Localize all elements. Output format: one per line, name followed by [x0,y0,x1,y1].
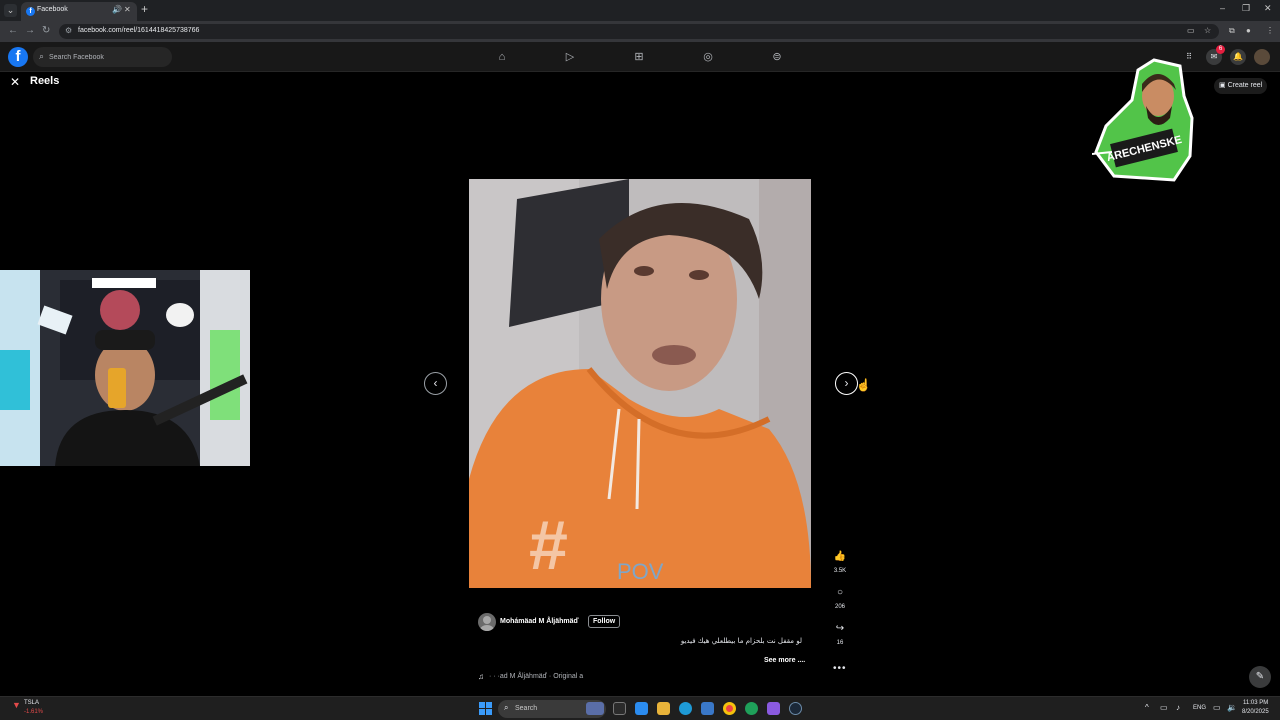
next-reel-button[interactable]: › [835,372,858,395]
task-view-icon[interactable] [613,702,626,715]
groups-icon[interactable]: ◎ [701,50,715,64]
new-tab-button[interactable]: + [141,2,148,16]
like-count: 3.5K [833,568,847,574]
video-icon[interactable]: ▷ [563,50,577,64]
browser-toolbar: ← → ↻ ⚙ facebook.com/reel/16144184257387… [0,21,1280,42]
follow-button[interactable]: Follow [588,615,621,628]
cast-icon[interactable]: ▭ [1187,26,1195,35]
minimize-icon[interactable]: – [1220,3,1225,13]
chrome-icon[interactable] [723,702,736,715]
reel-caption: لو مقفل نت بلحزام ما بيطلعلي هيك فيديو [680,637,802,645]
browser-tab-bar: ⌄ f Facebook 🔊 ✕ + – ❐ ✕ [0,0,1280,21]
clock-date[interactable]: 8/20/2025 [1242,709,1269,715]
create-reel-label: Create reel [1227,82,1263,89]
comment-count: 206 [834,604,845,610]
stock-name[interactable]: TSLA [24,700,39,706]
back-icon[interactable]: ← [8,25,18,36]
restore-icon[interactable]: ❐ [1242,3,1250,14]
browser-tab[interactable]: f Facebook 🔊 ✕ [21,2,137,21]
copilot-icon[interactable] [635,702,648,715]
search-highlight-icon[interactable] [586,702,604,715]
mouse-cursor-icon: ☝ [856,378,871,392]
gaming-icon[interactable]: ⊜ [770,50,784,64]
author-name[interactable]: Mohámäad M Åljähmäď [500,618,579,625]
extensions-icon[interactable]: ⧉ [1229,26,1235,36]
tab-close-icon[interactable]: ✕ [124,5,131,14]
steam-icon[interactable] [789,702,802,715]
display-icon[interactable]: ▭ [1213,703,1221,712]
language-indicator[interactable]: ENG [1193,705,1206,711]
streamer-sticker-image: ARECHENSKE [1092,58,1194,182]
webcam-overlay-image [0,270,250,466]
url-text: facebook.com/reel/1614418425738766 [78,27,200,34]
home-icon[interactable]: ⌂ [495,50,509,64]
share-icon: ↪ [835,623,845,634]
chevron-right-icon: › [844,376,849,390]
stock-trend-icon: ▼ [12,700,21,710]
window-close-icon[interactable]: ✕ [1264,3,1272,14]
previous-reel-button[interactable]: ‹ [424,372,447,395]
tab-title: Facebook [37,6,68,13]
new-message-button[interactable]: ✎ [1249,666,1271,688]
volume-icon[interactable]: 🔉 [1227,703,1237,712]
site-info-icon[interactable]: ⚙ [65,26,72,35]
facebook-search[interactable]: ⌕ [33,47,172,67]
comment-icon: ○ [836,587,844,598]
network-tray-icon[interactable]: ▭ [1160,703,1168,712]
original-audio-link[interactable]: · · ·ad M Åljähmäď · Original a [489,673,583,680]
stock-change: -1.61% [24,709,44,715]
chevron-up-icon[interactable]: ^ [1145,703,1149,712]
messenger-badge: 6 [1216,45,1225,54]
profile-avatar-icon[interactable]: ● [1246,26,1251,35]
hoodie-print: # [529,506,568,584]
author-avatar[interactable] [478,613,496,631]
see-more-link[interactable]: See more .... [764,657,805,664]
create-reel-button[interactable]: ▣ Create reel [1214,78,1268,94]
clock-time[interactable]: 11:03 PM [1243,700,1268,706]
start-button[interactable] [479,702,492,715]
comment-button[interactable]: ○ [831,584,849,602]
chevron-left-icon: ‹ [433,376,438,390]
tab-audio-icon[interactable]: 🔊 [112,5,122,14]
search-icon: ⌕ [39,51,45,61]
account-avatar[interactable] [1254,49,1270,65]
taskbar-search-label: Search [515,705,538,712]
browser-menu-icon[interactable]: ⋮ [1266,26,1274,35]
microphone-icon[interactable]: ♪ [1176,703,1180,712]
thumbs-up-icon: 👍 [833,551,847,562]
video-overlay-text: POV [617,559,664,584]
page-title: Reels [30,75,60,87]
windows-taskbar: ▼ TSLA -1.61% ⌕ Search ^ ▭ ♪ ENG ▭ 🔉 11:… [0,696,1280,720]
marketplace-icon[interactable]: ⊞ [632,50,646,64]
share-count: 16 [836,640,844,646]
address-bar[interactable]: ⚙ facebook.com/reel/1614418425738766 [59,24,1219,39]
more-options-icon[interactable]: ••• [833,663,847,674]
forward-icon[interactable]: → [25,25,35,36]
facebook-header: f ⌕ ⌂ ▷ ⊞ ◎ ⊜ ⠿ ✉ 🔔 [0,42,1280,72]
tab-list-button[interactable]: ⌄ [4,4,17,17]
search-input[interactable] [49,47,167,67]
edge-icon[interactable] [679,702,692,715]
file-explorer-icon[interactable] [657,702,670,715]
facebook-logo[interactable]: f [8,47,28,67]
notifications-icon[interactable]: 🔔 [1230,49,1246,65]
store-icon[interactable] [701,702,714,715]
create-reel-icon: ▣ [1219,82,1228,89]
app-icon[interactable] [745,702,758,715]
reload-icon[interactable]: ↻ [42,25,50,36]
bookmark-star-icon[interactable]: ☆ [1204,26,1211,35]
like-button[interactable]: 👍 [831,548,849,566]
reel-video[interactable]: # POV [469,179,811,588]
facebook-favicon-icon: f [26,7,35,16]
search-icon: ⌕ [504,703,509,712]
share-button[interactable]: ↪ [831,620,849,638]
music-note-icon: ♫ [478,672,484,681]
compose-icon: ✎ [1255,671,1265,682]
app-icon[interactable] [767,702,780,715]
close-reels-icon[interactable]: ✕ [10,75,20,89]
